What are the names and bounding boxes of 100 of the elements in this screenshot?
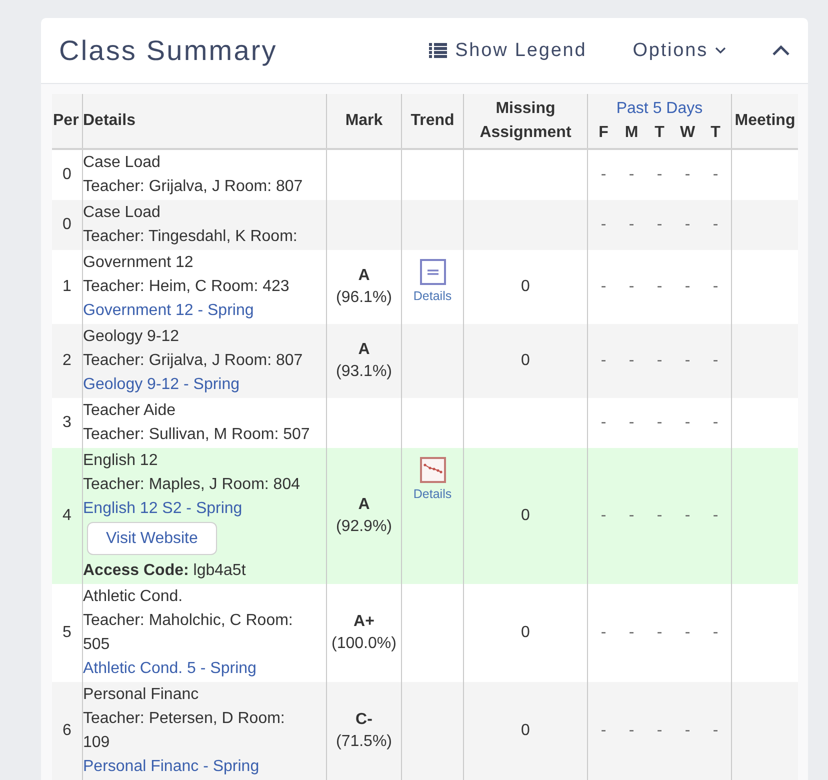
teacher-room-info: Teacher: Grijalva, J Room: 807 xyxy=(83,351,303,371)
missing-count: 0 xyxy=(521,277,530,297)
access-code: Access Code: lgb4a5t xyxy=(83,561,246,581)
column-header: Trend xyxy=(410,110,454,130)
day-mark: - xyxy=(600,413,608,433)
day-mark: - xyxy=(628,506,636,526)
day-mark: - xyxy=(656,623,664,643)
day-mark: - xyxy=(712,165,720,185)
column-header: Per xyxy=(53,111,79,131)
period-number: 5 xyxy=(62,623,72,643)
line-chart-icon xyxy=(420,457,446,483)
collapse-button[interactable] xyxy=(772,45,790,56)
course-name: Teacher Aide xyxy=(83,401,176,421)
day-mark: - xyxy=(656,277,664,297)
missing-count: 0 xyxy=(521,351,530,371)
document-icon xyxy=(420,259,446,285)
day-mark: - xyxy=(684,413,692,433)
trend-details-link[interactable]: Details xyxy=(413,259,452,303)
teacher-room-info: Teacher: Maples, J Room: 804 xyxy=(83,475,300,495)
day-mark: - xyxy=(628,351,636,371)
day-mark: - xyxy=(628,215,636,235)
trend-details-link[interactable]: Details xyxy=(413,457,452,501)
column-header: Details xyxy=(83,111,136,131)
day-mark: - xyxy=(684,623,692,643)
day-mark: - xyxy=(712,623,720,643)
period-number: 6 xyxy=(62,721,72,741)
course-page-link[interactable]: Personal Financ - Spring xyxy=(83,758,260,775)
period-number: 4 xyxy=(62,506,72,526)
day-mark: - xyxy=(656,165,664,185)
day-mark: - xyxy=(684,165,692,185)
grade-percent: (100.0%) xyxy=(332,634,396,654)
day-mark: - xyxy=(600,506,608,526)
weekday-label: M xyxy=(624,123,640,143)
day-mark: - xyxy=(656,506,664,526)
chevron-up-icon xyxy=(772,45,790,56)
day-mark: - xyxy=(628,721,636,741)
caret-down-icon xyxy=(715,47,726,54)
course-name: Personal Financ xyxy=(83,685,199,705)
grade-letter: A+ xyxy=(354,612,374,632)
period-number: 1 xyxy=(62,277,72,297)
grade-letter: A xyxy=(358,340,370,360)
grade-percent: (71.5%) xyxy=(336,732,392,752)
day-mark: - xyxy=(600,165,608,185)
visit-website-button[interactable]: Visit Website xyxy=(87,522,217,555)
day-mark: - xyxy=(600,721,608,741)
course-page-link[interactable]: Government 12 - Spring xyxy=(83,302,254,319)
column-header: Past 5 Days xyxy=(616,99,703,119)
period-number: 3 xyxy=(62,413,72,433)
course-name: Geology 9-12 xyxy=(83,327,180,347)
period-number: 0 xyxy=(62,215,72,235)
day-mark: - xyxy=(684,215,692,235)
card-title: Class Summary xyxy=(59,34,278,66)
course-page-link[interactable]: Geology 9-12 - Spring xyxy=(83,376,240,393)
day-mark: - xyxy=(712,215,720,235)
missing-count: 0 xyxy=(521,623,530,643)
missing-count: 0 xyxy=(521,721,530,741)
course-page-link[interactable]: English 12 S2 - Spring xyxy=(83,500,242,517)
day-mark: - xyxy=(684,277,692,297)
day-mark: - xyxy=(684,506,692,526)
day-mark: - xyxy=(600,215,608,235)
day-mark: - xyxy=(628,413,636,433)
teacher-room-info: Teacher: Sullivan, M Room: 507 xyxy=(83,425,310,445)
day-mark: - xyxy=(656,215,664,235)
day-mark: - xyxy=(600,623,608,643)
day-mark: - xyxy=(656,721,664,741)
day-mark: - xyxy=(712,506,720,526)
course-name: English 12 xyxy=(83,451,158,471)
course-page-link[interactable]: Athletic Cond. 5 - Spring xyxy=(83,660,256,677)
day-mark: - xyxy=(600,351,608,371)
list-icon xyxy=(429,43,448,58)
day-mark: - xyxy=(628,623,636,643)
period-number: 2 xyxy=(62,351,72,371)
teacher-room-info: Teacher: Petersen, D Room: 109 xyxy=(83,709,286,753)
teacher-room-info: Teacher: Maholchic, C Room: 505 xyxy=(83,611,294,655)
day-mark: - xyxy=(712,721,720,741)
course-name: Case Load xyxy=(83,153,160,173)
grade-percent: (96.1%) xyxy=(336,288,392,308)
column-header: Missing Assignment xyxy=(478,99,572,143)
day-mark: - xyxy=(628,165,636,185)
day-mark: - xyxy=(684,721,692,741)
grade-percent: (93.1%) xyxy=(336,362,392,382)
teacher-room-info: Teacher: Heim, C Room: 423 xyxy=(83,277,290,297)
show-legend-button[interactable]: Show Legend xyxy=(429,40,587,62)
day-mark: - xyxy=(712,413,720,433)
course-name: Government 12 xyxy=(83,253,194,273)
weekday-label: W xyxy=(678,123,696,143)
column-header: Mark xyxy=(345,111,383,131)
day-mark: - xyxy=(684,351,692,371)
teacher-room-info: Teacher: Tingesdahl, K Room: xyxy=(83,227,298,247)
missing-count: 0 xyxy=(521,506,530,526)
grade-letter: C- xyxy=(356,710,372,730)
teacher-room-info: Teacher: Grijalva, J Room: 807 xyxy=(83,177,303,197)
day-mark: - xyxy=(712,351,720,371)
day-mark: - xyxy=(656,351,664,371)
course-name: Case Load xyxy=(83,203,160,223)
weekday-label: T xyxy=(654,123,666,143)
course-name: Athletic Cond. xyxy=(83,587,183,607)
options-dropdown-button[interactable]: Options xyxy=(632,40,726,62)
day-mark: - xyxy=(712,277,720,297)
day-mark: - xyxy=(600,277,608,297)
